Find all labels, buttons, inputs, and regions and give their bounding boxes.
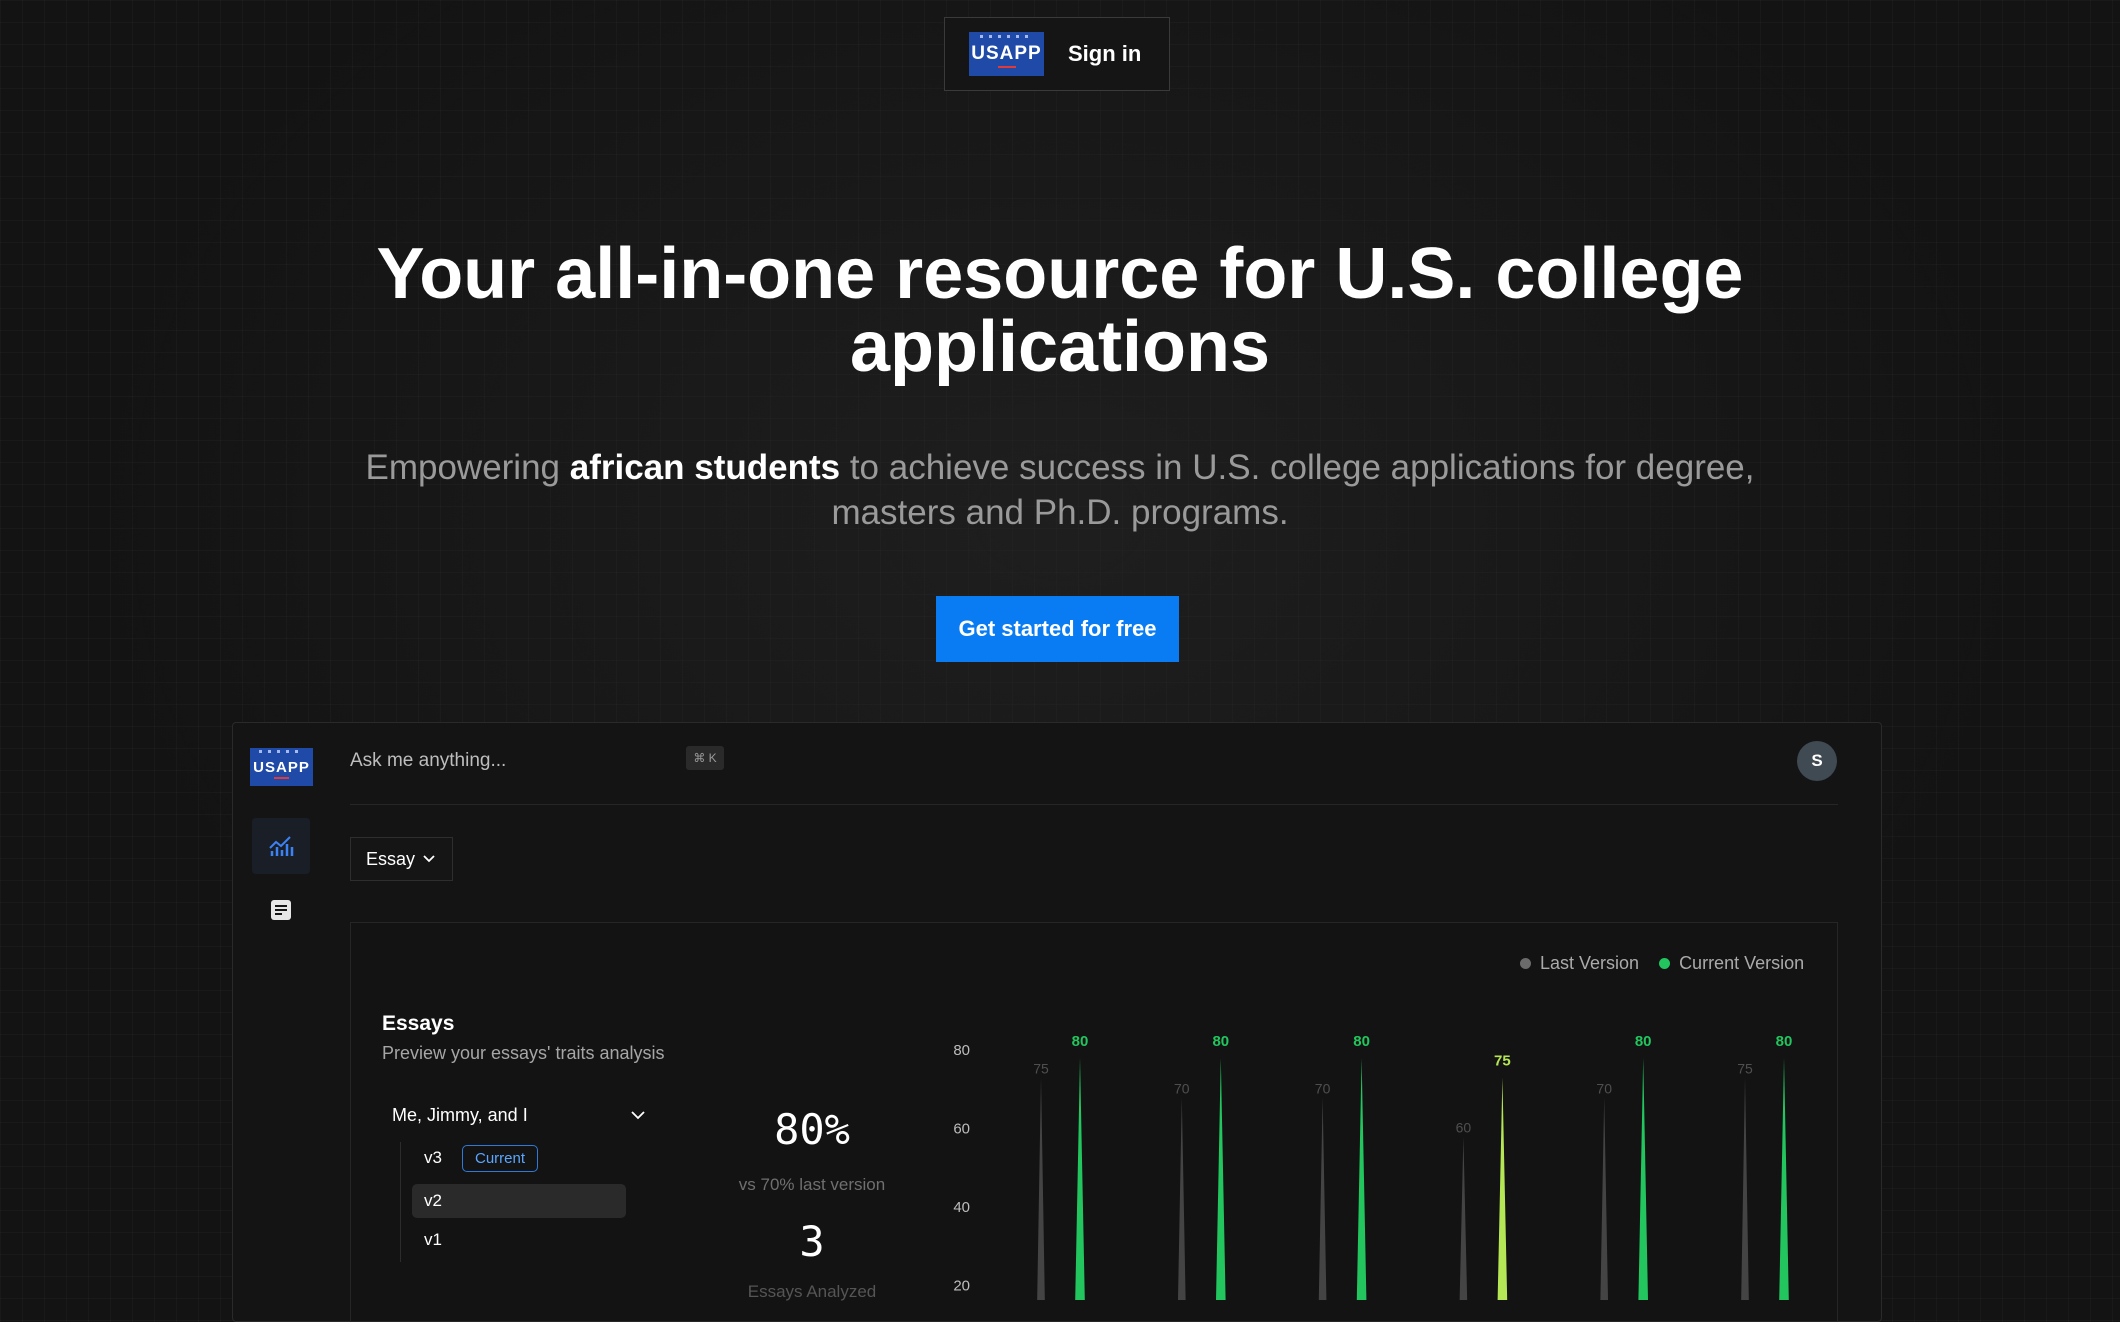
version-item-v2[interactable]: v2	[412, 1184, 626, 1218]
essays-count: 3	[799, 1217, 825, 1266]
data-label-current: 80	[1353, 1033, 1370, 1050]
data-label-current: 80	[1072, 1033, 1089, 1050]
bar-current-version	[1075, 1058, 1085, 1300]
y-tick-label: 20	[953, 1278, 970, 1295]
bar-current-version	[1638, 1058, 1649, 1300]
hero-title: Your all-in-one resource for U.S. colleg…	[376, 234, 1744, 387]
hero-subtitle: Empowering african students to achieve s…	[365, 448, 1755, 532]
bar-last-version	[1318, 1097, 1327, 1300]
data-label-last: 60	[1456, 1120, 1472, 1136]
chart-icon	[269, 836, 294, 856]
data-label-last: 70	[1596, 1080, 1612, 1096]
data-label-last: 75	[1737, 1061, 1753, 1077]
current-badge: Current	[462, 1145, 539, 1172]
version-item-v1[interactable]: v1	[424, 1230, 442, 1250]
avatar[interactable]: S	[1797, 741, 1837, 781]
dashboard-logo[interactable]: USAPP	[250, 748, 313, 786]
usapp-logo: USAPP	[969, 32, 1044, 76]
header-divider	[350, 804, 1838, 805]
essay-chart: 80 60 40 20 75 70 70 60 70 75 80 80 80 75 80 80	[953, 1033, 1793, 1300]
data-label-current: 80	[1635, 1033, 1652, 1050]
data-label-last: 70	[1174, 1080, 1190, 1096]
y-tick-label: 60	[953, 1121, 970, 1138]
bar-last-version	[1600, 1097, 1609, 1300]
tree-guide	[400, 1142, 401, 1262]
get-started-button[interactable]: Get started for free	[936, 596, 1179, 662]
score-comparison: vs 70% last version	[738, 1175, 886, 1194]
legend-item-last: Last Version	[1520, 953, 1639, 974]
bar-current-version	[1356, 1058, 1367, 1300]
data-label-current: 80	[1776, 1033, 1793, 1050]
bar-current-version	[1215, 1058, 1226, 1300]
section-description: Preview your essays' traits analysis	[382, 1043, 665, 1063]
shortcut-badge: ⌘ K	[686, 746, 724, 770]
bar-current-version	[1497, 1077, 1508, 1300]
hero-highlight: african students	[569, 448, 841, 487]
chart-legend: Last Version Current Version	[1520, 953, 1804, 974]
bar-last-version	[1037, 1077, 1045, 1300]
data-label-last: 75	[1033, 1061, 1049, 1077]
chevron-down-icon	[423, 855, 435, 863]
dot-icon	[1659, 958, 1671, 969]
sidebar-item-analytics[interactable]	[252, 818, 310, 874]
signin-link[interactable]: Sign in	[1068, 41, 1141, 67]
sidebar-item-documents[interactable]	[252, 882, 310, 938]
y-tick-label: 40	[953, 1199, 970, 1216]
bar-last-version	[1459, 1136, 1468, 1300]
document-dropdown[interactable]: Me, Jimmy, and I	[392, 1105, 645, 1126]
document-icon	[271, 900, 291, 920]
essay-filter-select[interactable]: Essay	[350, 837, 453, 881]
data-label-current: 80	[1212, 1033, 1229, 1050]
y-tick-label: 80	[953, 1042, 970, 1059]
signin-pill[interactable]: USAPP Sign in	[944, 17, 1170, 91]
bar-current-version	[1779, 1058, 1789, 1300]
score-value: 80%	[774, 1105, 850, 1154]
data-label-last: 70	[1315, 1080, 1331, 1096]
version-item-v3[interactable]: v3	[424, 1148, 442, 1168]
data-label-current: 75	[1494, 1053, 1511, 1070]
essays-count-label: Essays Analyzed	[747, 1282, 877, 1301]
legend-item-current: Current Version	[1659, 953, 1804, 974]
search-input[interactable]: Ask me anything...	[350, 748, 506, 774]
bar-last-version	[1741, 1077, 1749, 1300]
bar-last-version	[1177, 1097, 1186, 1300]
dot-icon	[1520, 958, 1531, 969]
chevron-down-icon	[631, 1111, 645, 1120]
section-title: Essays	[382, 1012, 455, 1035]
